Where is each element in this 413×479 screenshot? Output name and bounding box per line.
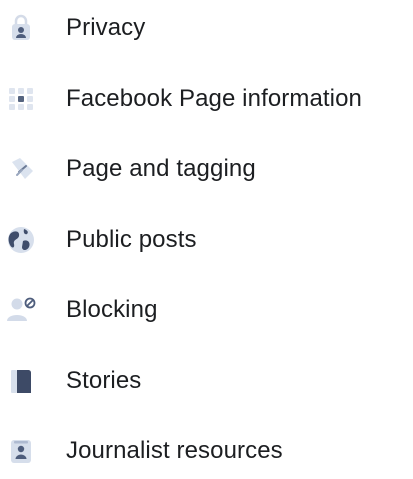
menu-item-stories[interactable]: Stories [0,353,413,409]
menu-item-label: Stories [66,367,142,394]
privacy-lock-person-icon [4,11,38,45]
menu-item-page-and-tagging[interactable]: Page and tagging [0,141,413,197]
stories-book-icon [4,364,38,398]
menu-item-page-information[interactable]: Facebook Page information [0,71,413,127]
menu-item-journalist-resources[interactable]: Journalist resources [0,423,413,479]
settings-menu: Privacy Facebook Page information Page a… [0,0,413,472]
blocked-user-icon [4,293,38,327]
menu-item-label: Privacy [66,14,146,41]
journalist-badge-icon [4,434,38,468]
menu-item-label: Page and tagging [66,155,256,182]
menu-item-public-posts[interactable]: Public posts [0,212,413,268]
menu-item-blocking[interactable]: Blocking [0,282,413,338]
globe-icon [4,223,38,257]
menu-item-label: Journalist resources [66,437,283,464]
menu-item-privacy[interactable]: Privacy [0,0,413,56]
menu-item-label: Public posts [66,226,197,253]
tag-icon [4,152,38,186]
menu-item-label: Blocking [66,296,158,323]
page-info-grid-icon [4,82,38,116]
menu-item-label: Facebook Page information [66,85,363,112]
